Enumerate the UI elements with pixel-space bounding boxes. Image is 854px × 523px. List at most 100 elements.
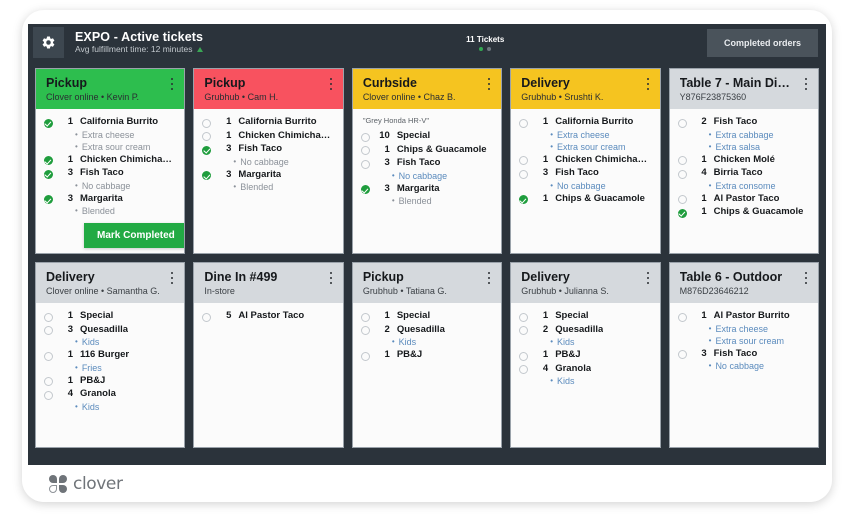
ticket-title: Pickup [46,76,87,90]
item-unchecked-icon[interactable] [677,169,687,179]
ticket-line-item[interactable]: 2 Fish Taco [677,116,810,128]
item-checked-icon[interactable] [202,171,212,180]
ticket-line-item[interactable]: 1 California Burrito [202,116,334,128]
ticket-line-item[interactable]: 2 Quesadilla [360,324,493,335]
ticket-line-item[interactable]: 4 Granola [519,363,651,374]
ticket-line-item[interactable]: 1 California Burrito [519,116,651,128]
ticket-line-item[interactable]: 3 Fish Taco [202,143,334,155]
item-unchecked-icon[interactable] [519,156,529,165]
ticket-menu-icon[interactable] [801,271,811,285]
item-unchecked-icon[interactable] [202,132,212,141]
ticket-card[interactable]: Delivery Grubhub • Srushti K. 1 California … [510,68,661,254]
item-checked-icon[interactable] [202,145,212,155]
ticket-line-item[interactable]: 5 Al Pastor Taco [202,310,334,322]
ticket-line-item[interactable]: 3 Fish Taco [519,167,651,179]
ticket-menu-icon[interactable] [167,77,177,91]
ticket-card[interactable]: Pickup Grubhub • Tatiana G. 1 Special 2 Quesa… [351,262,503,448]
item-unchecked-icon[interactable] [44,377,53,386]
item-unchecked-icon[interactable] [519,312,529,322]
ticket-line-item[interactable]: 4 Granola [44,388,176,400]
page-dot-1[interactable] [479,46,484,51]
ticket-line-item[interactable]: 1 Chicken Chimichanga [202,130,335,141]
ticket-menu-icon[interactable] [643,77,653,91]
ticket-line-item[interactable]: 1 Chips & Guacamole [677,206,810,218]
ticket-line-item[interactable]: 2 Quesadilla [519,324,651,335]
ticket-line-item[interactable]: 3 Fish Taco [44,167,176,179]
ticket-line-item[interactable]: 1 Chips & Guacamole [360,144,493,155]
ticket-menu-icon[interactable] [801,77,811,91]
item-unchecked-icon[interactable] [202,312,212,322]
ticket-card[interactable]: Delivery Grubhub • Julianna S. 1 Special 2 Qu… [510,262,661,448]
ticket-line-item[interactable]: 1 Al Pastor Taco [677,193,810,204]
ticket-line-item[interactable]: 1 Chips & Guacamole [519,193,651,204]
page-dot-2[interactable] [487,46,492,51]
item-unchecked-icon[interactable] [44,351,53,361]
ticket-line-item[interactable]: 1 California Burrito [44,116,176,128]
ticket-card[interactable]: Table 7 - Main Din... Y876F23875360 2 Fish … [668,68,820,254]
mark-completed-button[interactable]: Mark Completed [84,223,185,248]
settings-button[interactable] [33,27,64,58]
ticket-menu-icon[interactable] [484,271,494,285]
item-checked-icon[interactable] [519,195,529,204]
ticket-menu-icon[interactable] [326,77,336,91]
item-unchecked-icon[interactable] [202,118,212,128]
item-unchecked-icon[interactable] [360,312,370,322]
ticket-menu-icon[interactable] [643,271,653,285]
page-indicator-dots[interactable] [479,46,492,51]
ticket-line-item[interactable]: 1 Al Pastor Burrito [677,310,810,322]
item-unchecked-icon[interactable] [677,156,687,165]
ticket-card[interactable]: Pickup Grubhub • Cam H. 1 California Burrit… [193,68,344,254]
item-unchecked-icon[interactable] [360,326,370,335]
item-unchecked-icon[interactable] [44,326,53,335]
item-unchecked-icon[interactable] [360,159,370,169]
ticket-line-item[interactable]: 3 Margarita [202,169,334,180]
item-unchecked-icon[interactable] [677,350,687,359]
ticket-card[interactable]: Pickup Clover online • Kevin P. 1 Californi… [35,68,186,254]
item-unchecked-icon[interactable] [677,118,687,128]
item-unchecked-icon[interactable] [677,195,687,204]
item-unchecked-icon[interactable] [677,312,687,322]
item-unchecked-icon[interactable] [519,118,529,128]
ticket-header: Curbside Clover online • Chaz B. [352,69,502,109]
item-checked-icon[interactable] [360,185,370,194]
item-unchecked-icon[interactable] [519,365,529,374]
ticket-line-item[interactable]: 1 PB&J [519,349,651,361]
item-checked-icon[interactable] [44,118,53,128]
ticket-line-item[interactable]: 1 Chicken Chimichanga [519,154,652,165]
item-unchecked-icon[interactable] [519,169,529,179]
ticket-menu-icon[interactable] [484,77,494,91]
ticket-line-item[interactable]: 3 Margarita [44,193,176,204]
item-unchecked-icon[interactable] [519,351,529,361]
item-unchecked-icon[interactable] [360,132,370,142]
ticket-line-item[interactable]: 4 Birria Taco [677,167,810,179]
item-unchecked-icon[interactable] [360,146,370,155]
item-checked-icon[interactable] [44,156,53,165]
item-unchecked-icon[interactable] [44,390,53,400]
ticket-line-item[interactable]: 3 Quesadilla [44,324,176,335]
ticket-line-item[interactable]: 3 Fish Taco [360,157,493,169]
ticket-line-item[interactable]: 1 Chicken Molé [677,154,810,165]
ticket-card[interactable]: Table 6 - Outdoor M876D23646212 1 Al Pastor… [668,262,820,448]
ticket-line-item[interactable]: 1 Special [44,310,176,322]
item-unchecked-icon[interactable] [519,326,529,335]
item-unchecked-icon[interactable] [360,351,370,361]
ticket-menu-icon[interactable] [326,271,336,285]
ticket-line-item[interactable]: 1 116 Burger [44,349,176,361]
ticket-line-item[interactable]: 10 Special [360,130,493,142]
item-checked-icon[interactable] [44,195,53,204]
ticket-line-item[interactable]: 1 Special [519,310,651,322]
item-unchecked-icon[interactable] [44,312,53,322]
ticket-line-item[interactable]: 1 Special [360,310,493,322]
ticket-line-item[interactable]: 3 Margarita [360,183,493,194]
ticket-card[interactable]: Dine In #499 In-store 5 Al Pastor Taco [193,262,344,448]
ticket-line-item[interactable]: 1 PB&J [360,349,493,361]
ticket-menu-icon[interactable] [167,271,177,285]
ticket-card[interactable]: Delivery Clover online • Samantha G. 1 Spec… [35,262,186,448]
item-checked-icon[interactable] [677,208,687,218]
ticket-card[interactable]: Curbside Clover online • Chaz B. "Grey Hon… [351,68,503,254]
ticket-line-item[interactable]: 1 Chicken Chimichanga [44,154,176,165]
ticket-line-item[interactable]: 1 PB&J [44,375,176,386]
ticket-line-item[interactable]: 3 Fish Taco [677,348,810,359]
completed-orders-button[interactable]: Completed orders [706,28,818,57]
item-checked-icon[interactable] [44,169,53,179]
